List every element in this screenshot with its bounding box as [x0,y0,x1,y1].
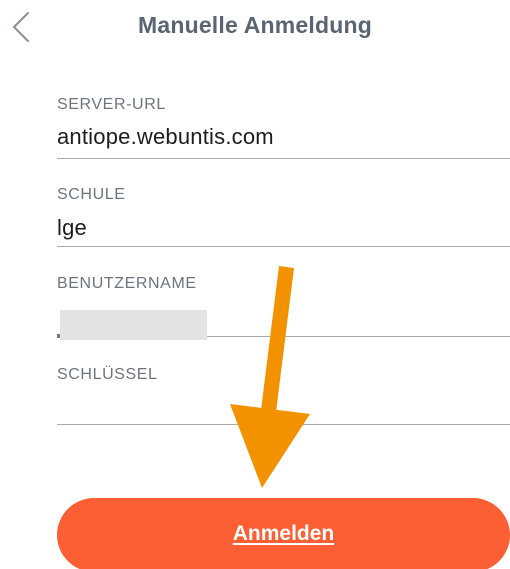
school-label: SCHULE [57,186,126,203]
login-button-label: Anmelden [232,522,335,545]
server-url-input[interactable]: antiope.webuntis.com [57,124,274,150]
page-title: Manuelle Anmeldung [137,12,373,38]
school-input[interactable]: lge [57,215,87,241]
key-field[interactable]: SCHLÜSSEL [57,350,510,425]
redacted-cursor-mark [57,334,60,338]
username-label: BENUTZERNAME [57,275,197,292]
server-url-field[interactable]: SERVER-URL antiope.webuntis.com [57,84,510,159]
manual-login-screen: Manuelle Anmeldung SERVER-URL antiope.we… [0,0,510,569]
server-url-label: SERVER-URL [57,96,166,113]
login-button[interactable]: Anmelden [57,498,510,569]
username-field[interactable]: BENUTZERNAME [57,262,510,340]
key-label: SCHLÜSSEL [57,366,158,383]
school-field[interactable]: SCHULE lge [57,172,510,247]
redacted-username-overlay [60,310,207,340]
